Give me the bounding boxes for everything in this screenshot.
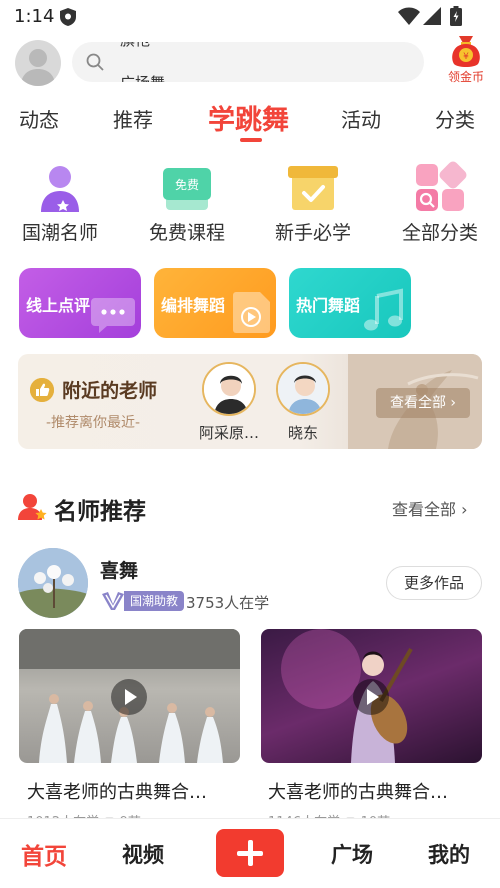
music-note-icon xyxy=(364,288,403,331)
status-bar: 1:14 xyxy=(0,0,500,34)
teacher-name: 喜舞 xyxy=(100,560,139,582)
tab-dynamics[interactable]: 动态 xyxy=(19,104,59,133)
teacher-badge-label: 国潮助教 xyxy=(124,591,185,611)
category-label: 新手必学 xyxy=(274,222,351,244)
section-title: 名师推荐 xyxy=(54,499,146,525)
video-card-thumbnail[interactable] xyxy=(261,629,482,763)
all-categories-icon xyxy=(413,160,467,214)
nearby-teacher-card[interactable]: 阿采原… xyxy=(194,362,264,443)
beginner-box-icon xyxy=(286,160,340,214)
tab-recommend[interactable]: 推荐 xyxy=(113,104,153,133)
nav-home[interactable]: 首页 xyxy=(21,837,67,871)
feature-label: 编排舞蹈 xyxy=(161,296,226,315)
more-works-button[interactable]: 更多作品 xyxy=(386,566,482,600)
header: 旗袍 广场舞 ¥ 领金币 xyxy=(0,34,500,94)
bottom-navigation: 首页 视频 广场 我的 xyxy=(0,818,500,888)
play-button[interactable] xyxy=(111,679,147,715)
default-avatar-icon xyxy=(21,49,55,86)
search-bar[interactable]: 旗袍 广场舞 xyxy=(72,42,424,82)
top-tabs: 动态 推荐 学跳舞 活动 分类 xyxy=(0,96,500,146)
famous-teacher-section-header: 名师推荐 查看全部 › xyxy=(0,488,500,528)
tab-categories[interactable]: 分类 xyxy=(435,104,475,133)
active-tab-indicator xyxy=(240,138,262,142)
nearby-title-row: 附近的老师 xyxy=(30,376,157,403)
category-label: 全部分类 xyxy=(401,222,478,244)
video-title[interactable]: 大喜老师的古典舞合… xyxy=(268,778,448,804)
video-title[interactable]: 大喜老师的古典舞合… xyxy=(27,778,207,804)
nearby-view-all-button[interactable]: 查看全部 › xyxy=(376,388,470,418)
free-course-icon: 免费 xyxy=(160,160,214,214)
teacher-recommend-icon xyxy=(18,494,47,520)
search-hint-scrolling-out: 旗袍 xyxy=(120,42,150,50)
chat-bubble-icon xyxy=(91,298,135,333)
nearby-title: 附近的老师 xyxy=(62,380,158,402)
category-label: 免费课程 xyxy=(148,222,225,244)
video-card-thumbnail[interactable] xyxy=(19,629,240,763)
nav-video[interactable]: 视频 xyxy=(122,839,164,869)
category-label: 国潮名师 xyxy=(21,222,98,244)
feature-label: 线上点评 xyxy=(26,296,91,315)
play-button[interactable] xyxy=(353,679,389,715)
play-icon xyxy=(125,689,137,705)
thumbs-up-icon xyxy=(30,377,54,402)
create-post-button[interactable] xyxy=(216,829,284,877)
teacher-photo xyxy=(276,362,330,416)
section-view-all-link[interactable]: 查看全部 › xyxy=(392,496,468,520)
category-grid: 国潮名师 免费 免费课程 新手必学 全部分类 xyxy=(0,160,500,250)
video-file-icon xyxy=(233,292,270,333)
feature-online-review[interactable]: 线上点评 xyxy=(19,268,141,338)
battery-icon xyxy=(450,6,462,26)
v-verified-icon xyxy=(102,592,124,610)
nearby-teacher-name: 晓东 xyxy=(287,424,318,442)
tab-learn-dance[interactable]: 学跳舞 xyxy=(208,98,289,137)
plus-icon xyxy=(247,840,253,866)
search-hint-scrolling-in: 广场舞 xyxy=(120,72,165,82)
play-icon xyxy=(367,689,379,705)
search-icon xyxy=(86,53,104,71)
signal-icon xyxy=(423,7,441,25)
teacher-photo xyxy=(202,362,256,416)
svg-text:免费: 免费 xyxy=(175,177,199,192)
category-famous-teachers[interactable]: 国潮名师 xyxy=(0,160,120,245)
category-beginner-must-learn[interactable]: 新手必学 xyxy=(253,160,373,245)
collect-coins-label: 领金币 xyxy=(447,70,484,84)
feature-choreography[interactable]: 编排舞蹈 xyxy=(154,268,276,338)
wifi-icon xyxy=(398,7,420,25)
money-bag-icon: ¥ xyxy=(446,34,486,68)
status-time: 1:14 xyxy=(14,6,55,27)
teacher-learner-count: 3753人在学 xyxy=(186,594,270,612)
feature-label: 热门舞蹈 xyxy=(296,296,361,315)
teacher-avatar-icon xyxy=(33,160,87,214)
nav-square[interactable]: 广场 xyxy=(331,839,373,869)
nearby-teacher-card[interactable]: 晓东 xyxy=(268,362,338,443)
collect-coins-button[interactable]: ¥ 领金币 xyxy=(442,34,490,90)
nav-mine[interactable]: 我的 xyxy=(428,839,470,869)
shield-icon xyxy=(60,8,76,26)
teacher-avatar[interactable] xyxy=(18,548,88,618)
nearby-teachers-banner[interactable]: 附近的老师 -推荐离你最近- 阿采原… 晓东 查看全部 › xyxy=(18,354,482,449)
feature-hot-dances[interactable]: 热门舞蹈 xyxy=(289,268,411,338)
category-all[interactable]: 全部分类 xyxy=(380,160,500,245)
category-free-courses[interactable]: 免费 免费课程 xyxy=(127,160,247,245)
teacher-row: 喜舞 国潮助教 3753人在学 更多作品 xyxy=(0,546,500,618)
nearby-teacher-name: 阿采原… xyxy=(198,424,259,442)
svg-text:¥: ¥ xyxy=(463,52,469,62)
nearby-subtitle: -推荐离你最近- xyxy=(46,415,141,431)
user-avatar[interactable] xyxy=(15,40,61,86)
tab-activities[interactable]: 活动 xyxy=(341,104,381,133)
